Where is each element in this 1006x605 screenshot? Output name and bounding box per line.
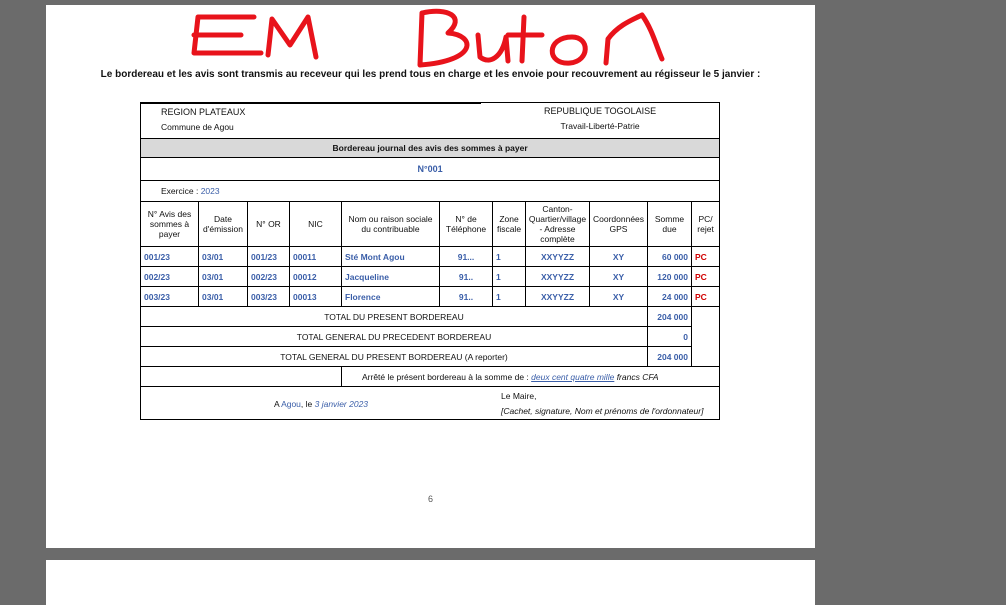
total-label: TOTAL GENERAL DU PRECEDENT BORDEREAU: [140, 326, 648, 347]
cell: 91..: [439, 286, 493, 307]
cell: 00012: [289, 266, 342, 287]
handwritten-annotation: [191, 8, 665, 68]
cell: 1: [492, 266, 526, 287]
arrete-prefix: Arrêté le présent bordereau à la somme d…: [362, 371, 532, 382]
total-value: 0: [647, 326, 692, 347]
cell: XXYYZZ: [525, 286, 590, 307]
cell: XY: [589, 286, 648, 307]
empty-cell: [690, 306, 721, 367]
exercice-year: 2023: [200, 186, 220, 196]
next-page: [46, 560, 815, 605]
cell: 002/23: [247, 266, 290, 287]
table-row: 001/23 03/01 001/23 00011 Sté Mont Agou …: [140, 246, 721, 267]
cell: 003/23: [247, 286, 290, 307]
cell: 00011: [289, 246, 342, 267]
document-page: Le bordereau et les avis sont transmis a…: [46, 5, 815, 548]
col-header: Somme due: [647, 201, 692, 247]
exercice-row: Exercice : 2023: [139, 180, 721, 202]
cell: 00013: [289, 286, 342, 307]
table-title: Bordereau journal des avis des sommes à …: [139, 138, 721, 158]
cell: 002/23: [140, 266, 199, 287]
col-header: PC/ rejet: [690, 201, 721, 247]
signer-note: [Cachet, signature, Nom et prénoms de l'…: [501, 405, 704, 416]
cell: Sté Mont Agou: [341, 246, 440, 267]
cell: Jacqueline: [341, 266, 440, 287]
col-header: Nom ou raison sociale du contribuable: [341, 201, 440, 247]
page-number: 6: [427, 494, 433, 504]
cell: PC: [690, 246, 721, 267]
cell: 24 000: [647, 286, 692, 307]
motto-label: Travail-Liberté-Patrie: [560, 121, 640, 131]
total-label: TOTAL GENERAL DU PRESENT BORDEREAU (A re…: [140, 346, 648, 367]
cell: XXYYZZ: [525, 266, 590, 287]
place-prefix: A: [273, 399, 282, 409]
table-row: 003/23 03/01 003/23 00013 Florence 91.. …: [140, 286, 721, 307]
col-header: N° OR: [247, 201, 290, 247]
place-date: A Agou, le 3 janvier 2023: [141, 397, 501, 409]
cell: XY: [589, 246, 648, 267]
col-header: Coordonnées GPS: [589, 201, 648, 247]
empty-cell: [140, 366, 342, 387]
cell: XXYYZZ: [525, 246, 590, 267]
total-value: 204 000: [647, 346, 692, 367]
cell: PC: [690, 286, 721, 307]
cell: 001/23: [140, 246, 199, 267]
cell: Florence: [341, 286, 440, 307]
commune-label: Commune de Agou: [161, 122, 234, 132]
intro-text: Le bordereau et les avis sont transmis a…: [100, 69, 761, 80]
col-header: Zone fiscale: [492, 201, 526, 247]
region-label: REGION PLATEAUX: [161, 107, 246, 117]
table-row: 002/23 03/01 002/23 00012 Jacqueline 91.…: [140, 266, 721, 287]
bordereau-number: N°001: [139, 157, 721, 181]
cell: 03/01: [198, 286, 248, 307]
total-row: TOTAL DU PRESENT BORDEREAU 204 000: [140, 306, 721, 367]
total-row: TOTAL GENERAL DU PRECEDENT BORDEREAU 0: [140, 326, 720, 347]
signature-date: 3 janvier 2023: [314, 399, 369, 409]
cell: 001/23: [247, 246, 290, 267]
signer-title: Le Maire,: [501, 390, 537, 401]
cell: 1: [492, 286, 526, 307]
date-prefix: , le: [300, 399, 315, 409]
bordereau-table: REGION PLATEAUX Commune de Agou REPUBLIQ…: [139, 102, 721, 420]
exercice-label: Exercice :: [161, 186, 201, 196]
col-header: Canton-Quartier/village - Adresse complè…: [525, 201, 590, 247]
cell: 120 000: [647, 266, 692, 287]
col-header: N° de Téléphone: [439, 201, 493, 247]
cell: 91..: [439, 266, 493, 287]
signature-block: Le Maire, [Cachet, signature, Nom et pré…: [501, 391, 719, 416]
arrete-amount-words: deux cent quatre mille: [531, 371, 615, 382]
cell: 60 000: [647, 246, 692, 267]
republic-label: REPUBLIQUE TOGOLAISE: [543, 106, 657, 116]
total-row: TOTAL GENERAL DU PRESENT BORDEREAU (A re…: [140, 346, 720, 367]
col-header: N° Avis des sommes à payer: [140, 201, 199, 247]
total-label: TOTAL DU PRESENT BORDEREAU: [140, 306, 648, 327]
signature-row: A Agou, le 3 janvier 2023 Le Maire, [Cac…: [139, 386, 721, 420]
cell: 03/01: [198, 266, 248, 287]
cell: 003/23: [140, 286, 199, 307]
col-header: NIC: [289, 201, 342, 247]
cell: 1: [492, 246, 526, 267]
place-name: Agou: [281, 399, 301, 409]
arrete-suffix: francs CFA: [614, 371, 659, 382]
col-header: Date d'émission: [198, 201, 248, 247]
total-value: 204 000: [647, 306, 692, 327]
arrete-text: Arrêté le présent bordereau à la somme d…: [340, 366, 721, 387]
cell: 91...: [439, 246, 493, 267]
cell: 03/01: [198, 246, 248, 267]
cell: XY: [589, 266, 648, 287]
column-headers: N° Avis des sommes à payer Date d'émissi…: [140, 201, 721, 247]
cell: PC: [690, 266, 721, 287]
arrete-row: Arrêté le présent bordereau à la somme d…: [140, 366, 721, 387]
